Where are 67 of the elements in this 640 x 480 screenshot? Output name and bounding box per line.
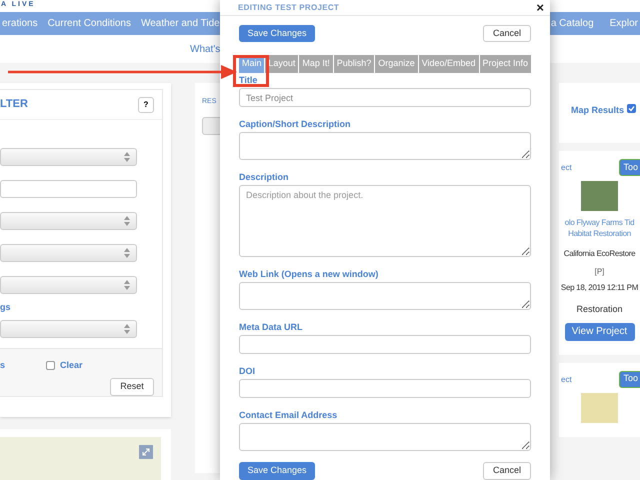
- field-label: gs: [0, 302, 12, 312]
- checkbox[interactable]: [627, 104, 636, 113]
- nav-link[interactable]: erations: [2, 16, 38, 31]
- project-category: Restoration: [576, 303, 623, 316]
- clear-label[interactable]: Clear: [60, 359, 83, 372]
- text-area[interactable]: Description about the project.: [239, 185, 531, 257]
- map-results-label: Map Results: [571, 104, 624, 117]
- project-title[interactable]: Habitat Restoration: [568, 228, 631, 239]
- tab[interactable]: Map It!: [299, 55, 333, 73]
- select-field[interactable]: [0, 244, 137, 262]
- view-project-button[interactable]: View Project: [564, 322, 634, 340]
- input-field[interactable]: [0, 180, 137, 198]
- project-date: Sep 18, 2019 12:11 PM: [560, 282, 638, 294]
- save-button[interactable]: Save Changes: [239, 25, 315, 42]
- field-label: DOI: [239, 366, 256, 378]
- nav-link[interactable]: Explor: [610, 16, 638, 31]
- cancel-button[interactable]: Cancel: [483, 25, 531, 42]
- dialog-title: EDITING TEST PROJECT: [238, 2, 340, 14]
- text-area[interactable]: [239, 282, 531, 310]
- select-field[interactable]: [0, 148, 137, 166]
- text-input[interactable]: [239, 379, 531, 398]
- reset-button[interactable]: Reset: [110, 378, 154, 396]
- tool-button[interactable]: Too: [619, 159, 640, 176]
- project-link[interactable]: ect: [561, 162, 572, 174]
- nav-link[interactable]: Current Conditions: [48, 16, 131, 31]
- cancel-button[interactable]: Cancel: [483, 462, 531, 480]
- text-input[interactable]: Test Project: [239, 88, 531, 107]
- save-button[interactable]: Save Changes: [239, 462, 315, 480]
- select-arrows-icon: [124, 280, 130, 290]
- text-area[interactable]: [239, 423, 531, 451]
- field-label: Web Link (Opens a new window): [239, 269, 380, 281]
- help-button[interactable]: ?: [138, 96, 154, 112]
- panel-title: LTER: [0, 97, 28, 112]
- photo-placeholder: [581, 392, 618, 422]
- checkbox[interactable]: [46, 361, 55, 370]
- highlight-frame: [233, 55, 269, 87]
- project-title[interactable]: olo Flyway Farms Tid: [564, 217, 634, 228]
- field-label: Meta Data URL: [239, 322, 304, 334]
- close-button[interactable]: ×: [536, 1, 544, 14]
- select-arrows-icon: [124, 216, 130, 226]
- program-name: California EcoRestore: [564, 248, 636, 260]
- nav-link[interactable]: a Catalog: [550, 16, 594, 31]
- field-label: Contact Email Address: [239, 410, 338, 422]
- filter-link[interactable]: s: [0, 359, 46, 372]
- select-arrows-icon: [124, 152, 130, 162]
- project-link[interactable]: ect: [561, 374, 572, 386]
- field-label: Title: [239, 75, 258, 87]
- expand-icon[interactable]: [139, 445, 153, 459]
- select-arrows-icon: [124, 324, 130, 334]
- field-label: Description: [239, 172, 290, 184]
- nav-link[interactable]: Weather and Tide: [140, 16, 220, 31]
- select-arrows-icon: [124, 248, 130, 258]
- field-label: Caption/Short Description: [239, 119, 352, 131]
- tab[interactable]: Organize: [375, 55, 418, 73]
- project-tag: [P]: [594, 266, 604, 278]
- photo-placeholder: [581, 181, 618, 211]
- tab[interactable]: Publish?: [334, 55, 374, 73]
- tab[interactable]: Project Info: [480, 55, 531, 73]
- select-field[interactable]: [0, 276, 137, 294]
- text-input[interactable]: [239, 335, 531, 354]
- tab[interactable]: Video/Embed: [418, 55, 479, 73]
- text-area[interactable]: [239, 132, 531, 160]
- select-field[interactable]: [0, 212, 137, 230]
- subnav-link[interactable]: What's: [190, 42, 220, 56]
- tool-button[interactable]: Too: [619, 370, 640, 388]
- tab[interactable]: Layout: [265, 55, 298, 73]
- select-field[interactable]: [0, 320, 137, 338]
